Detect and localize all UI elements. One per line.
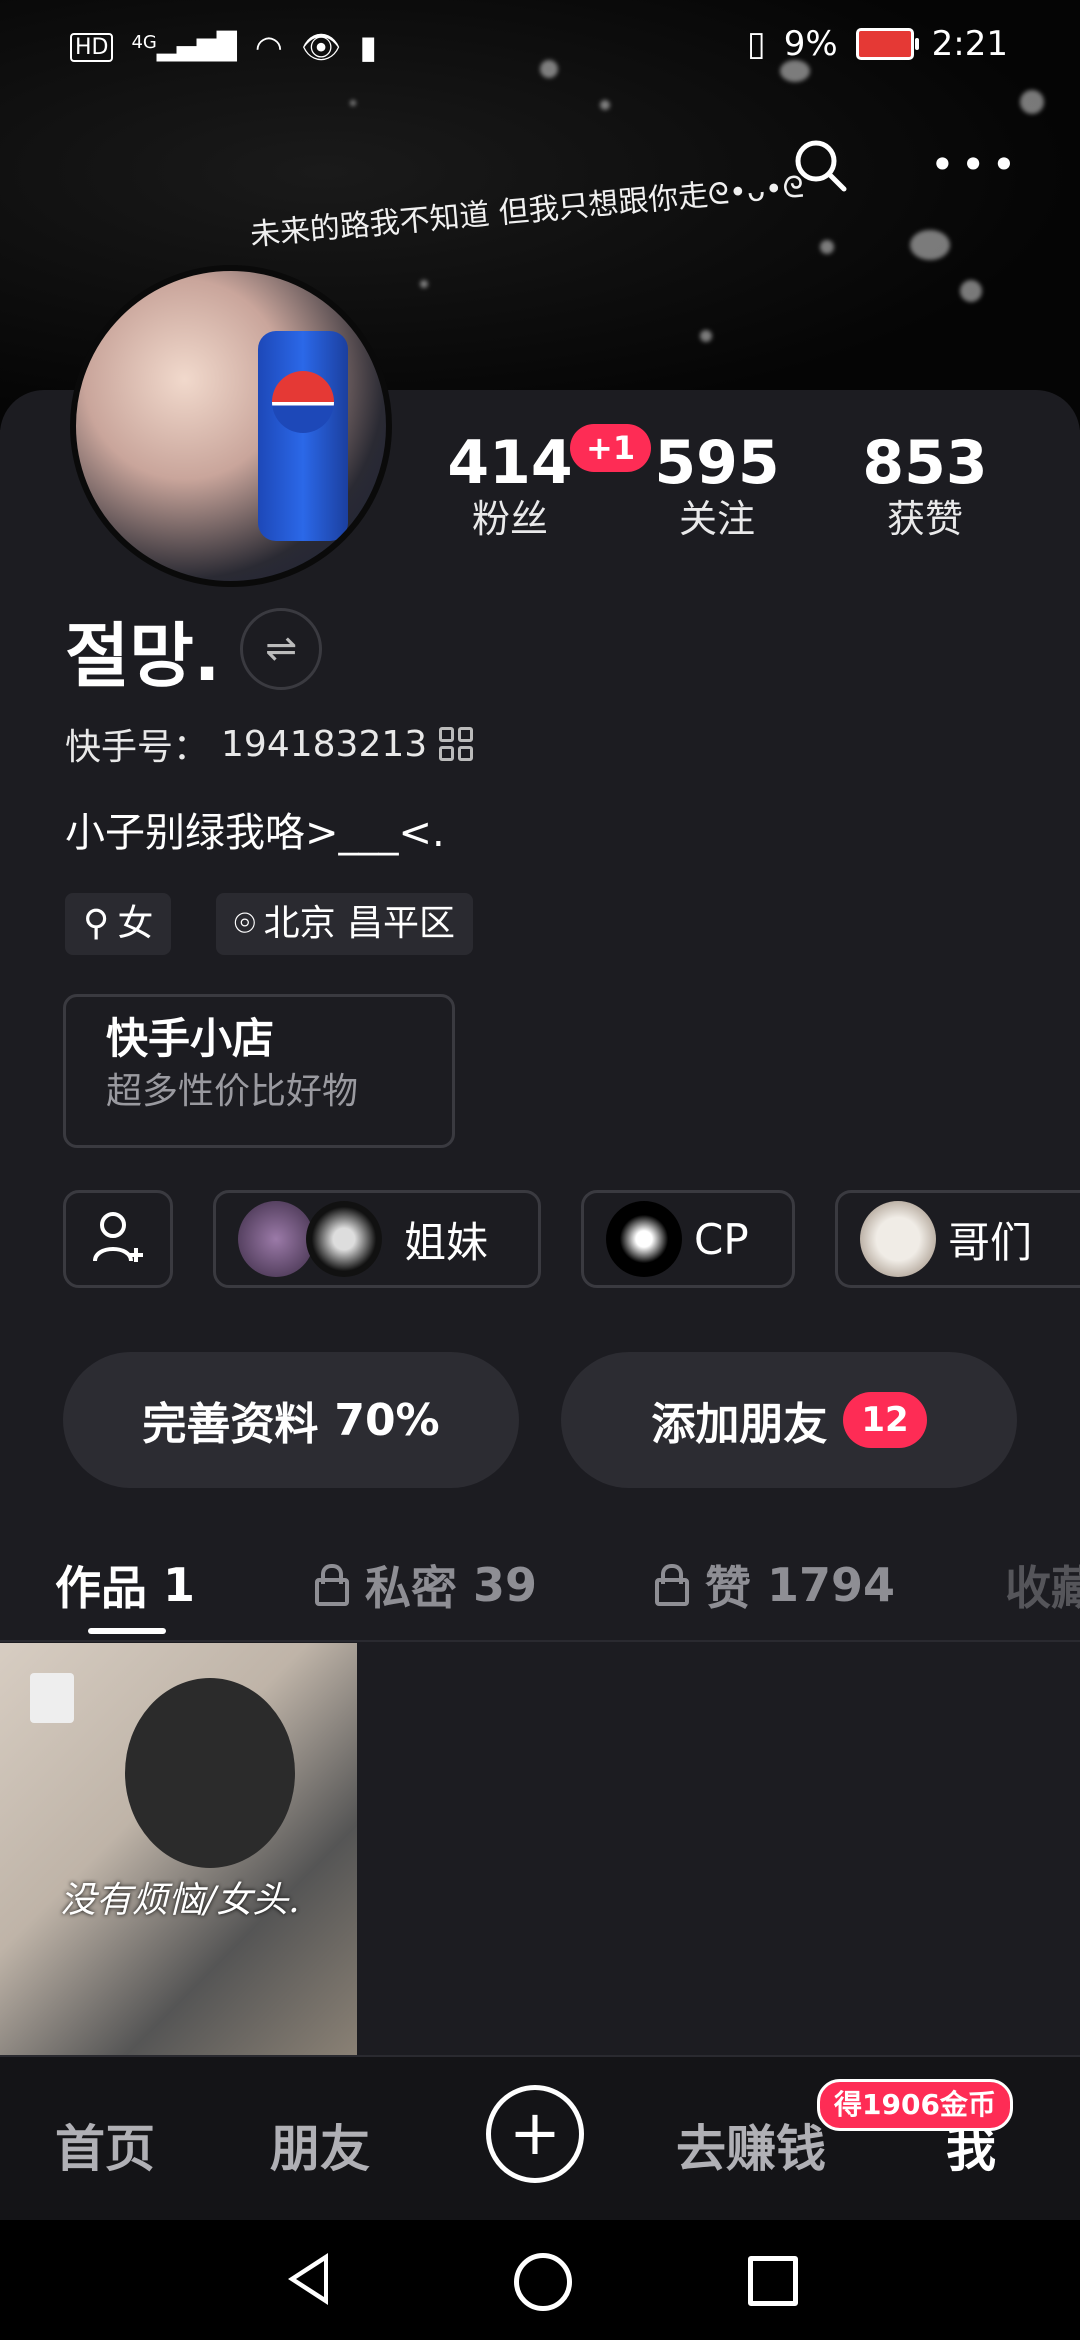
shop-subtitle: 超多性价比好物 — [106, 1071, 359, 1112]
switch-account-button[interactable]: ⇌ — [240, 608, 322, 690]
active-tab-indicator — [88, 1628, 166, 1634]
signal-label: 4G — [131, 32, 157, 53]
stat-following-label: 关注 — [678, 497, 755, 541]
location-tag[interactable]: ⌾ 北京 昌平区 — [216, 893, 474, 955]
lock-icon — [315, 1564, 349, 1606]
recents-icon[interactable] — [748, 2256, 798, 2306]
plus-icon: + — [509, 2096, 561, 2169]
add-friends-label: 添加朋友 — [651, 1399, 828, 1450]
group-sisters[interactable]: 姐妹 — [213, 1190, 541, 1288]
add-friends-button[interactable]: 添加朋友 12 — [561, 1352, 1017, 1488]
tab-likes-count: 1794 — [767, 1558, 896, 1612]
content-tabs: 作品 1 私密 39 赞 1794 收藏 — [0, 1530, 1080, 1642]
more-button[interactable]: ••• — [930, 144, 1016, 186]
status-bar: HD 4G▂▄▆█ ◠ 👁 ▮ ▯ 9% 2:21 — [0, 0, 1080, 92]
group-avatar — [606, 1201, 682, 1277]
work-caption: 没有烦恼/女头. — [60, 1880, 300, 1921]
tab-works[interactable]: 作品 1 — [55, 1552, 195, 1618]
tab-likes[interactable]: 赞 1794 — [655, 1552, 895, 1618]
nav-earn[interactable]: 去赚钱 — [676, 2109, 826, 2181]
battery-percent: 9% — [783, 24, 838, 64]
nav-friends[interactable]: 朋友 — [270, 2109, 370, 2181]
wifi-icon: ◠ — [254, 28, 283, 66]
tab-likes-label: 赞 — [705, 1561, 751, 1615]
stat-following-value: 595 — [654, 428, 780, 498]
gender-tag-label: 女 — [117, 903, 154, 944]
avatar[interactable] — [70, 265, 392, 587]
home-icon[interactable] — [514, 2253, 572, 2311]
lock-icon — [655, 1564, 689, 1606]
nav-home[interactable]: 首页 — [55, 2109, 155, 2181]
back-icon[interactable] — [288, 2253, 328, 2305]
shop-title: 快手小店 — [106, 1014, 275, 1063]
avatar-can-image — [258, 331, 348, 541]
complete-profile-label: 完善资料 — [142, 1399, 319, 1450]
group-label: 哥们 — [948, 1217, 1033, 1267]
stat-likes-value: 853 — [862, 428, 988, 498]
tab-private-label: 私密 — [365, 1561, 457, 1615]
stat-followers-value: 414 — [447, 428, 573, 498]
vibrate-icon: ▯ — [746, 24, 766, 64]
alert-icon: ▮ — [359, 28, 378, 66]
add-user-icon — [93, 1212, 143, 1262]
kuaishou-id-label: 快手号： — [65, 727, 210, 768]
kuaishou-id[interactable]: 快手号： 194183213 — [65, 718, 474, 770]
stat-following[interactable]: 595 关注 — [632, 430, 802, 542]
work-thumbnail[interactable]: 没有烦恼/女头. — [0, 1643, 357, 2055]
battery-icon — [855, 28, 919, 60]
eye-icon: 👁 — [300, 28, 342, 66]
bottom-nav: 首页 朋友 + 去赚钱 我 得1906金币 — [0, 2055, 1080, 2222]
group-avatar — [860, 1201, 936, 1277]
tab-favorites[interactable]: 收藏 — [1005, 1552, 1080, 1618]
shop-card[interactable]: 快手小店 超多性价比好物 — [63, 994, 455, 1148]
location-tag-label: 北京 昌平区 — [263, 903, 456, 944]
stat-likes[interactable]: 853 获赞 — [840, 430, 1010, 542]
clock: 2:21 — [931, 24, 1008, 64]
profile-name: 절망. — [65, 615, 221, 697]
gender-tag: ⚲ 女 — [65, 893, 172, 955]
add-group-button[interactable] — [63, 1190, 173, 1288]
group-avatar — [306, 1201, 382, 1277]
image-post-icon — [30, 1673, 74, 1723]
tab-private-count: 39 — [473, 1558, 538, 1612]
coin-reward-badge[interactable]: 得1906金币 — [817, 2079, 1013, 2131]
group-label: 姐妹 — [404, 1217, 489, 1267]
thumbnail-subject — [125, 1678, 295, 1868]
group-bros[interactable]: 哥们 — [835, 1190, 1080, 1288]
signal-icon: 4G▂▄▆█ — [131, 32, 237, 62]
complete-profile-percent: 70% — [334, 1394, 440, 1446]
gender-female-icon: ⚲ — [83, 903, 110, 944]
group-avatar — [238, 1201, 314, 1277]
tab-works-label: 作品 — [55, 1561, 147, 1615]
complete-profile-button[interactable]: 完善资料 70% — [63, 1352, 519, 1488]
switch-icon: ⇌ — [265, 626, 297, 670]
stat-likes-label: 获赞 — [886, 497, 963, 541]
tab-favorites-label: 收藏 — [1005, 1561, 1080, 1615]
group-cp[interactable]: CP — [581, 1190, 795, 1288]
profile-bio: 小子别绿我咯>___<. — [65, 810, 445, 856]
group-label: CP — [694, 1214, 749, 1264]
tab-private[interactable]: 私密 39 — [315, 1552, 537, 1618]
qr-code-icon[interactable] — [439, 727, 474, 761]
add-friends-count: 12 — [843, 1392, 927, 1448]
network-type: HD — [70, 32, 114, 62]
kuaishou-id-value: 194183213 — [221, 723, 428, 765]
location-pin-icon: ⌾ — [234, 903, 256, 944]
system-nav-bar — [0, 2220, 1080, 2340]
stat-followers-label: 粉丝 — [471, 497, 548, 541]
create-button[interactable]: + — [486, 2085, 584, 2183]
tab-works-count: 1 — [163, 1558, 196, 1612]
more-icon: ••• — [930, 140, 1023, 189]
